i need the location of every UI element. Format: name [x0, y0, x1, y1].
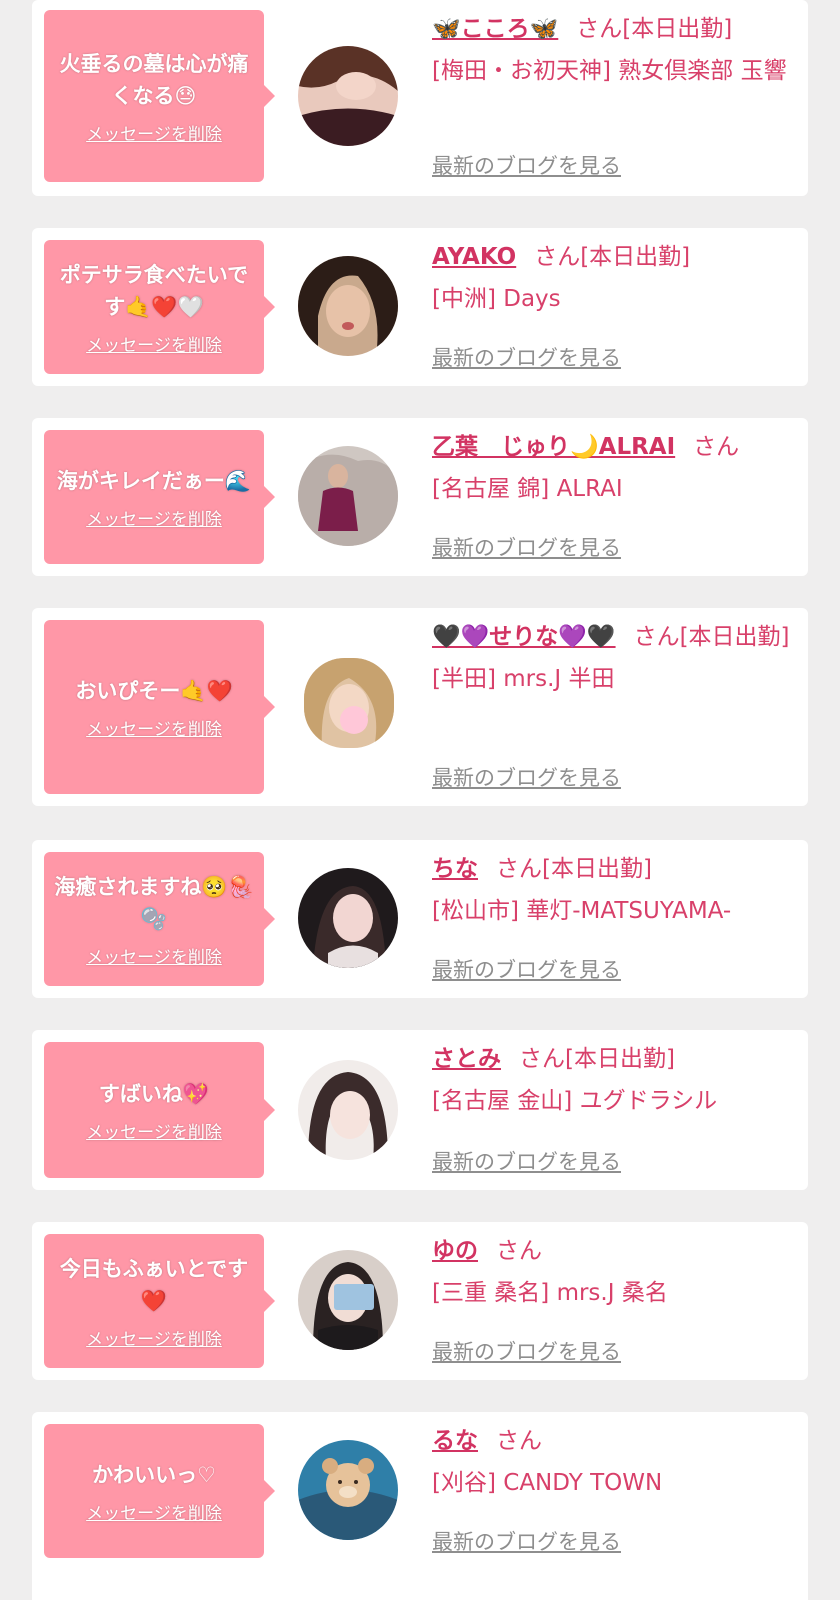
- message-text: すばいね💖: [98, 1081, 210, 1106]
- message-card: 今日もふぁいとです❤️ メッセージを削除 ゆの さん [三重 桑名] mrs.J …: [32, 1222, 808, 1380]
- avatar[interactable]: [298, 46, 398, 146]
- shop-name: [名古屋 錦] ALRAI: [432, 476, 623, 502]
- shop-name: [刈谷] CANDY TOWN: [432, 1470, 663, 1496]
- profile-info: 乙葉 じゅり🌙ALRAI さん [名古屋 錦] ALRAI: [432, 426, 800, 510]
- delete-message-link[interactable]: メッセージを削除: [86, 505, 222, 530]
- delete-message-link[interactable]: メッセージを削除: [86, 1118, 222, 1143]
- message-bubble: おいぴそー🤙❤️ メッセージを削除: [44, 620, 275, 794]
- profile-info: るな さん [刈谷] CANDY TOWN: [432, 1420, 800, 1504]
- message-card: おいぴそー🤙❤️ メッセージを削除 🖤💜せりな💜🖤 さん[本日出勤] [半田] m…: [32, 608, 808, 806]
- honorific-status: さん[本日出勤]: [633, 624, 790, 650]
- message-text: ポテサラ食べたいです🤙❤️🤍: [59, 262, 249, 319]
- message-bubble: 海癒されますね🥺🪼🫧 メッセージを削除: [44, 852, 275, 986]
- delete-message-link[interactable]: メッセージを削除: [86, 331, 222, 356]
- shop-name: [半田] mrs.J 半田: [432, 666, 615, 692]
- view-blog-link[interactable]: 最新のブログを見る: [432, 342, 621, 372]
- message-text: 海がキレイだぁー🌊: [56, 468, 252, 493]
- shop-name: [松山市] 華灯-MATSUYAMA-: [432, 898, 732, 924]
- message-card: 海癒されますね🥺🪼🫧 メッセージを削除 ちな さん[本日出勤] [松山市] 華灯-…: [32, 840, 808, 998]
- view-blog-link[interactable]: 最新のブログを見る: [432, 1526, 621, 1556]
- avatar[interactable]: [298, 256, 398, 356]
- shop-name: [梅田・お初天神] 熟女倶楽部 玉響: [432, 58, 787, 84]
- view-blog-link[interactable]: 最新のブログを見る: [432, 150, 621, 180]
- profile-info: さとみ さん[本日出勤] [名古屋 金山] ユグドラシル: [432, 1038, 800, 1122]
- shop-name: [三重 桑名] mrs.J 桑名: [432, 1280, 668, 1306]
- message-text: おいぴそー🤙❤️: [75, 678, 233, 703]
- profile-info: ちな さん[本日出勤] [松山市] 華灯-MATSUYAMA-: [432, 848, 800, 932]
- profile-name-link[interactable]: るな: [432, 1428, 478, 1454]
- message-card: 火垂るの墓は心が痛くなる😓 メッセージを削除 🦋こころ🦋 さん[本日出勤] [梅田…: [32, 0, 808, 196]
- message-card: すばいね💖 メッセージを削除 さとみ さん[本日出勤] [名古屋 金山] ユグドラ…: [32, 1030, 808, 1190]
- view-blog-link[interactable]: 最新のブログを見る: [432, 762, 621, 792]
- profile-name-link[interactable]: 乙葉 じゅり🌙ALRAI: [432, 434, 675, 460]
- shop-name: [名古屋 金山] ユグドラシル: [432, 1088, 718, 1114]
- message-card: かわいいっ♡ メッセージを削除 るな さん [刈谷] CANDY TOWN 最新の…: [32, 1412, 808, 1600]
- message-bubble: 今日もふぁいとです❤️ メッセージを削除: [44, 1234, 275, 1368]
- shop-name: [中洲] Days: [432, 286, 561, 312]
- profile-name-link[interactable]: 🖤💜せりな💜🖤: [432, 624, 616, 650]
- avatar[interactable]: [298, 1060, 398, 1160]
- message-text: 海癒されますね🥺🪼🫧: [54, 874, 254, 931]
- delete-message-link[interactable]: メッセージを削除: [86, 120, 222, 145]
- honorific-status: さん[本日出勤]: [576, 16, 733, 42]
- profile-name-link[interactable]: ちな: [432, 856, 478, 882]
- message-card: ポテサラ食べたいです🤙❤️🤍 メッセージを削除 AYAKO さん[本日出勤] [中…: [32, 228, 808, 386]
- delete-message-link[interactable]: メッセージを削除: [86, 715, 222, 740]
- message-text: 火垂るの墓は心が痛くなる😓: [59, 51, 249, 108]
- view-blog-link[interactable]: 最新のブログを見る: [432, 1146, 621, 1176]
- honorific-status: さん: [693, 434, 740, 460]
- profile-name-link[interactable]: さとみ: [432, 1046, 501, 1072]
- honorific-status: さん: [496, 1428, 542, 1454]
- message-bubble: ポテサラ食べたいです🤙❤️🤍 メッセージを削除: [44, 240, 275, 374]
- delete-message-link[interactable]: メッセージを削除: [86, 1499, 222, 1524]
- honorific-status: さん[本日出勤]: [496, 856, 652, 882]
- message-card: 海がキレイだぁー🌊 メッセージを削除 乙葉 じゅり🌙ALRAI さん [名古屋 錦…: [32, 418, 808, 576]
- view-blog-link[interactable]: 最新のブログを見る: [432, 532, 621, 562]
- delete-message-link[interactable]: メッセージを削除: [86, 943, 222, 968]
- message-bubble: 海がキレイだぁー🌊 メッセージを削除: [44, 430, 275, 564]
- avatar[interactable]: [298, 1250, 398, 1350]
- avatar[interactable]: [298, 868, 398, 968]
- delete-message-link[interactable]: メッセージを削除: [86, 1325, 222, 1350]
- profile-name-link[interactable]: AYAKO: [432, 244, 516, 270]
- message-bubble: すばいね💖 メッセージを削除: [44, 1042, 275, 1178]
- honorific-status: さん: [496, 1238, 542, 1264]
- profile-name-link[interactable]: 🦋こころ🦋: [432, 16, 558, 42]
- profile-info: 🖤💜せりな💜🖤 さん[本日出勤] [半田] mrs.J 半田: [432, 616, 800, 700]
- profile-info: 🦋こころ🦋 さん[本日出勤] [梅田・お初天神] 熟女倶楽部 玉響: [432, 8, 800, 92]
- avatar[interactable]: [304, 658, 394, 748]
- profile-info: ゆの さん [三重 桑名] mrs.J 桑名: [432, 1230, 800, 1314]
- avatar[interactable]: [298, 1440, 398, 1540]
- view-blog-link[interactable]: 最新のブログを見る: [432, 1336, 621, 1366]
- profile-info: AYAKO さん[本日出勤] [中洲] Days: [432, 236, 800, 320]
- message-bubble: 火垂るの墓は心が痛くなる😓 メッセージを削除: [44, 10, 275, 182]
- profile-name-link[interactable]: ゆの: [432, 1238, 478, 1264]
- message-text: 今日もふぁいとです❤️: [59, 1256, 249, 1313]
- message-text: かわいいっ♡: [92, 1462, 216, 1487]
- honorific-status: さん[本日出勤]: [534, 244, 691, 270]
- honorific-status: さん[本日出勤]: [519, 1046, 675, 1072]
- view-blog-link[interactable]: 最新のブログを見る: [432, 954, 621, 984]
- message-bubble: かわいいっ♡ メッセージを削除: [44, 1424, 275, 1558]
- avatar[interactable]: [298, 446, 398, 546]
